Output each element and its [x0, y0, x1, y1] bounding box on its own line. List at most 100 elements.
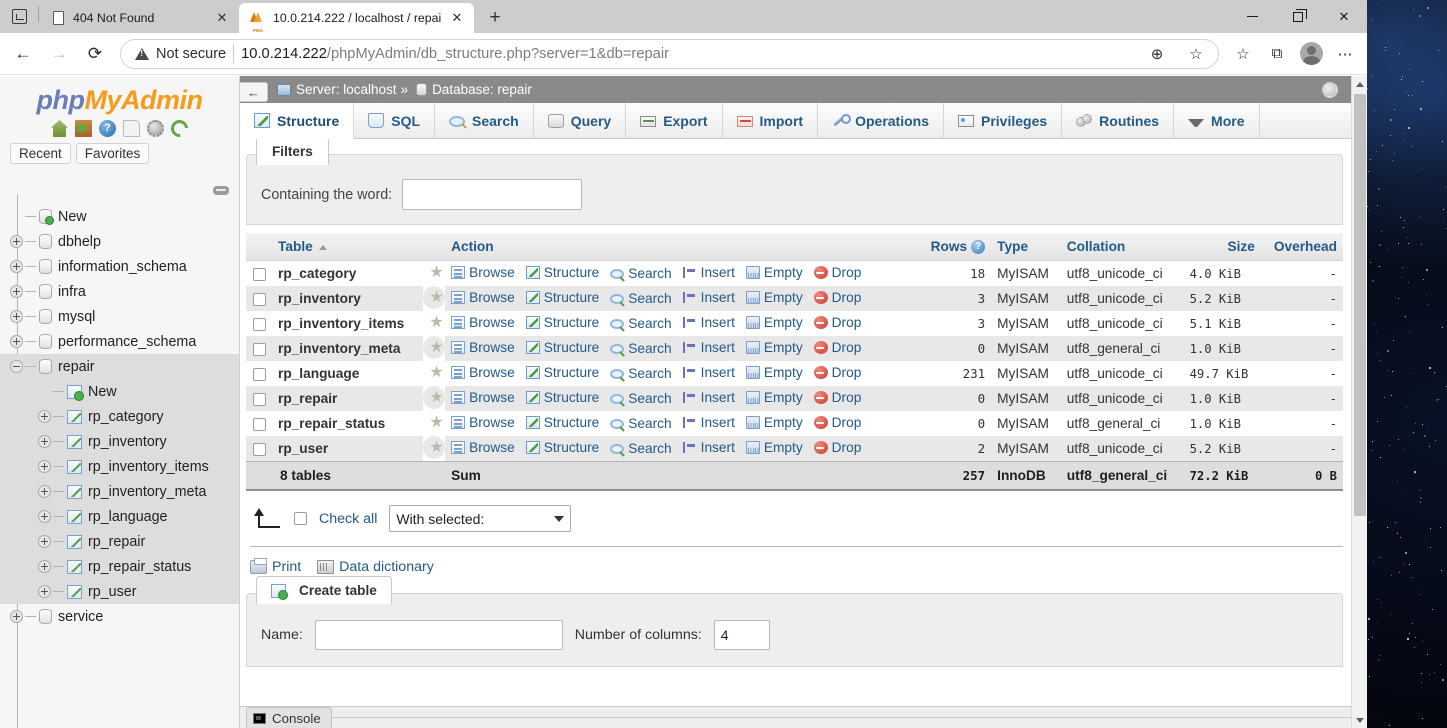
tree-item-rp_inventory[interactable]: rp_inventory — [0, 429, 239, 454]
star-icon[interactable]: ★ — [429, 315, 444, 331]
reload-button[interactable]: ⟳ — [78, 37, 112, 71]
action-drop-link[interactable]: Drop — [813, 265, 861, 280]
tree-item-rp_user[interactable]: rp_user — [0, 579, 239, 604]
action-structure-link[interactable]: Structure — [525, 290, 599, 305]
action-insert-link[interactable]: Insert — [682, 340, 735, 355]
action-insert-link[interactable]: Insert — [682, 265, 735, 280]
tab-routines[interactable]: Routines — [1062, 103, 1175, 138]
recent-button[interactable]: Recent — [10, 143, 71, 164]
action-drop-link[interactable]: Drop — [813, 340, 861, 355]
action-drop-link[interactable]: Drop — [813, 415, 861, 430]
th-type[interactable]: Type — [991, 233, 1061, 262]
row-checkbox[interactable] — [252, 293, 266, 307]
action-structure-link[interactable]: Structure — [525, 390, 599, 405]
tab-search[interactable]: Search — [435, 103, 534, 138]
expand-icon[interactable] — [38, 410, 51, 423]
expand-icon[interactable] — [38, 585, 51, 598]
maximize-button[interactable] — [1275, 0, 1321, 33]
add-favorite-icon[interactable]: ☆ — [1180, 38, 1212, 70]
tree-item-service[interactable]: service — [0, 604, 239, 629]
action-drop-link[interactable]: Drop — [813, 290, 861, 305]
row-checkbox[interactable] — [252, 268, 266, 282]
tree-item-rp_repair[interactable]: rp_repair — [0, 529, 239, 554]
zoom-icon[interactable]: ⊕ — [1141, 38, 1173, 70]
browser-tab-1[interactable]: PMA 10.0.214.222 / localhost / repair ✕ — [239, 3, 474, 33]
action-insert-link[interactable]: Insert — [682, 390, 735, 405]
breadcrumb-server[interactable]: Server: localhost — [296, 82, 397, 97]
action-structure-link[interactable]: Structure — [525, 415, 599, 430]
table-name-link[interactable]: rp_language — [272, 361, 424, 387]
row-checkbox[interactable] — [252, 368, 266, 382]
url-bar[interactable]: Not secure 10.0.214.222/phpMyAdmin/db_st… — [120, 38, 1219, 70]
logout-icon[interactable] — [75, 120, 92, 137]
tab-sql[interactable]: SQL — [354, 103, 436, 138]
table-name-link[interactable]: rp_repair_status — [272, 411, 424, 437]
action-search-link[interactable]: Search — [610, 341, 672, 356]
action-structure-link[interactable]: Structure — [525, 365, 599, 380]
action-browse-link[interactable]: Browse — [451, 365, 515, 380]
action-empty-link[interactable]: Empty — [745, 315, 803, 330]
tree-item-performance_schema[interactable]: performance_schema — [0, 329, 239, 354]
create-table-name-input[interactable] — [314, 620, 563, 651]
docs-icon[interactable] — [123, 120, 140, 137]
action-search-link[interactable]: Search — [610, 441, 672, 456]
create-table-columns-input[interactable]: 4 — [713, 620, 770, 651]
home-icon[interactable] — [51, 120, 68, 137]
action-search-link[interactable]: Search — [610, 366, 672, 381]
scroll-up-button[interactable] — [1352, 76, 1367, 92]
action-empty-link[interactable]: Empty — [745, 415, 803, 430]
browser-tab-1-close-icon[interactable]: ✕ — [448, 9, 466, 27]
expand-icon[interactable] — [10, 310, 23, 323]
gear-icon[interactable] — [1322, 81, 1339, 98]
action-insert-link[interactable]: Insert — [682, 415, 735, 430]
row-checkbox[interactable] — [252, 443, 266, 457]
scrollbar-thumb[interactable] — [1354, 94, 1366, 516]
table-name-link[interactable]: rp_inventory_meta — [272, 336, 424, 362]
action-browse-link[interactable]: Browse — [451, 440, 515, 455]
tab-privileges[interactable]: Privileges — [944, 103, 1063, 138]
console-toggle[interactable]: Console — [246, 706, 332, 728]
table-name-link[interactable]: rp_inventory — [272, 286, 424, 312]
tab-more[interactable]: More — [1174, 103, 1260, 138]
print-link[interactable]: Print — [250, 558, 301, 575]
star-icon[interactable]: ★ — [429, 340, 444, 356]
star-icon[interactable]: ★ — [429, 290, 444, 306]
action-browse-link[interactable]: Browse — [451, 290, 515, 305]
action-structure-link[interactable]: Structure — [525, 315, 599, 330]
star-icon[interactable]: ★ — [429, 365, 444, 381]
minimize-button[interactable] — [1229, 0, 1275, 33]
tab-query[interactable]: Query — [534, 103, 627, 138]
action-browse-link[interactable]: Browse — [451, 315, 515, 330]
star-icon[interactable]: ★ — [429, 390, 444, 406]
expand-icon[interactable] — [38, 535, 51, 548]
profile-avatar[interactable] — [1295, 38, 1327, 70]
row-checkbox[interactable] — [252, 343, 266, 357]
tree-item-rp_inventory_meta[interactable]: rp_inventory_meta — [0, 479, 239, 504]
main-scrollbar[interactable] — [1351, 76, 1367, 728]
action-empty-link[interactable]: Empty — [745, 365, 803, 380]
tree-item-new[interactable]: New — [0, 204, 239, 229]
back-button[interactable]: ← — [6, 37, 40, 71]
tree-item-rp_repair_status[interactable]: rp_repair_status — [0, 554, 239, 579]
settings-icon[interactable] — [147, 120, 164, 137]
row-checkbox[interactable] — [252, 318, 266, 332]
th-size[interactable]: Size — [1183, 233, 1261, 262]
browser-tab-0-close-icon[interactable]: ✕ — [213, 9, 231, 27]
close-window-button[interactable]: ✕ — [1321, 0, 1367, 33]
action-insert-link[interactable]: Insert — [682, 315, 735, 330]
collapse-sidebar-button[interactable]: ← — [240, 82, 268, 102]
help-icon[interactable]: ? — [971, 240, 986, 255]
tab-import[interactable]: Import — [723, 103, 819, 138]
action-structure-link[interactable]: Structure — [525, 340, 599, 355]
action-empty-link[interactable]: Empty — [745, 340, 803, 355]
th-table[interactable]: Table — [272, 233, 424, 262]
tree-item-new[interactable]: New — [0, 379, 239, 404]
action-structure-link[interactable]: Structure — [525, 440, 599, 455]
table-name-link[interactable]: rp_user — [272, 436, 424, 462]
new-tab-button[interactable]: + — [480, 3, 510, 33]
expand-icon[interactable] — [38, 510, 51, 523]
tree-item-repair[interactable]: repair — [0, 354, 239, 379]
action-empty-link[interactable]: Empty — [745, 390, 803, 405]
action-empty-link[interactable]: Empty — [745, 440, 803, 455]
tree-item-mysql[interactable]: mysql — [0, 304, 239, 329]
